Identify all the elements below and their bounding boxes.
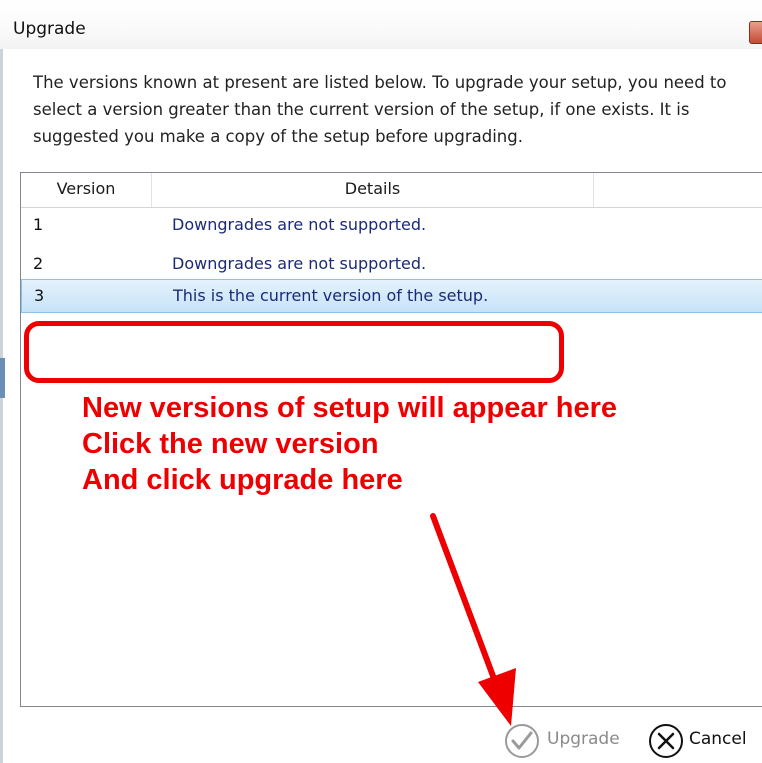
upgrade-button-label: Upgrade [547, 729, 620, 749]
check-circle-icon [505, 724, 539, 758]
cancel-button-label: Cancel [689, 729, 747, 749]
cancel-button[interactable]: Cancel [647, 722, 762, 760]
annotation-arrow-icon [430, 513, 516, 726]
x-circle-icon [649, 724, 683, 758]
